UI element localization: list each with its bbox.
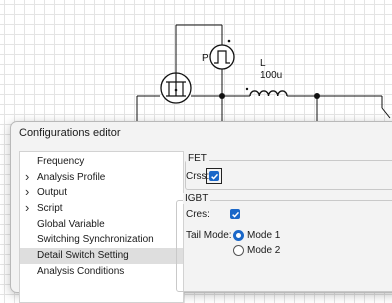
tree-item[interactable]: Global Variable xyxy=(20,217,183,233)
mode-1-radio[interactable] xyxy=(233,230,244,241)
wire xyxy=(381,107,391,119)
cres-label: Cres: xyxy=(186,209,210,220)
source-label: P xyxy=(202,53,209,64)
dialog-title: Configurations editor xyxy=(19,127,121,139)
tree-item-label: Global Variable xyxy=(37,218,105,230)
polarity-dot xyxy=(245,87,249,91)
chevron-right-icon[interactable]: › xyxy=(25,184,29,200)
chevron-right-icon[interactable]: › xyxy=(25,169,29,185)
cres-checkbox[interactable] xyxy=(230,209,240,219)
tail-mode-label: Tail Mode: xyxy=(186,230,232,241)
inductor-name: L xyxy=(260,58,266,69)
tree-item[interactable]: Detail Switch Setting xyxy=(20,248,183,264)
tree-item[interactable]: Frequency xyxy=(20,154,183,170)
tree-item[interactable]: Switching Synchronization xyxy=(20,232,183,248)
tree-item-label: Analysis Profile xyxy=(37,171,106,183)
tree-list: Frequency › Analysis Profile › Output › Script… xyxy=(20,152,183,280)
inductor-icon xyxy=(249,90,288,97)
tree-item-label: Switching Synchronization xyxy=(37,234,154,246)
schematic-canvas[interactable]: P L 100u xyxy=(0,0,392,130)
configurations-editor-dialog: Configurations editor Frequency › Analysis… xyxy=(10,121,392,303)
igbt-group-title: IGBT xyxy=(183,193,211,204)
tree-item-label: Script xyxy=(37,203,63,215)
crss-checkbox[interactable] xyxy=(209,171,219,181)
mode-2-radio[interactable] xyxy=(233,245,244,256)
tree-item-label: Analysis Conditions xyxy=(37,265,125,277)
inductor-value: 100u xyxy=(260,70,282,81)
fet-group-title: FET xyxy=(186,153,209,164)
settings-tree[interactable]: Frequency › Analysis Profile › Output › Script… xyxy=(19,151,184,303)
tree-item-label: Output xyxy=(37,187,68,199)
mode-1-label[interactable]: Mode 1 xyxy=(247,230,280,241)
tree-item[interactable]: › Analysis Profile xyxy=(20,169,183,186)
junction-dot xyxy=(219,93,225,99)
tree-item[interactable]: Analysis Conditions xyxy=(20,264,183,280)
mode-2-label[interactable]: Mode 2 xyxy=(247,245,280,256)
tree-item[interactable]: › Output xyxy=(20,184,183,201)
chevron-right-icon[interactable]: › xyxy=(25,200,29,216)
junction-dot xyxy=(314,93,320,99)
tree-item[interactable]: › Script xyxy=(20,200,183,217)
check-icon xyxy=(231,211,239,218)
tree-item-label: Detail Switch Setting xyxy=(37,250,129,262)
check-icon xyxy=(210,173,218,180)
transistor-icon xyxy=(160,72,192,104)
tree-item-label: Frequency xyxy=(37,156,85,167)
